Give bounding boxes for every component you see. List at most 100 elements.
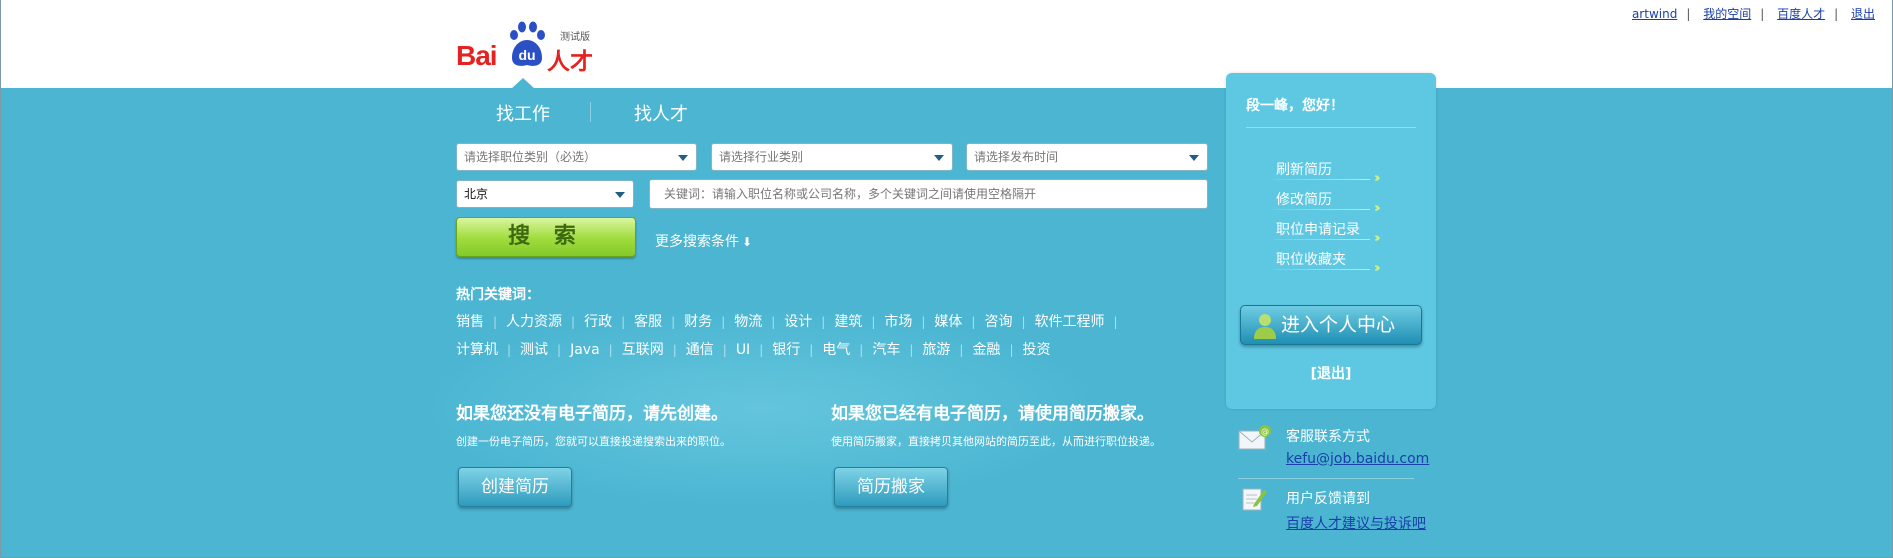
more-conditions-link[interactable]: 更多搜索条件 ⬇ xyxy=(655,231,752,251)
hot-keyword-link[interactable]: 咨询 xyxy=(984,314,1012,330)
my-space-link[interactable]: 我的空间 xyxy=(1703,7,1751,21)
application-records-label: 职位申请记录 xyxy=(1276,222,1360,238)
job-favorites-link[interactable]: 职位收藏夹 ›› xyxy=(1274,249,1380,276)
double-chevron-right-icon: ›› xyxy=(1374,231,1380,246)
hot-keyword-link[interactable]: 人力资源 xyxy=(506,314,562,330)
refresh-resume-link[interactable]: 刷新简历 ›› xyxy=(1274,159,1380,186)
tab-find-talent[interactable]: 找人才 xyxy=(634,100,688,126)
hot-keyword-link[interactable]: Java xyxy=(570,342,600,358)
divider xyxy=(1238,478,1414,479)
hot-keyword-link[interactable]: 设计 xyxy=(784,314,812,330)
separator: | xyxy=(1760,7,1765,21)
move-resume-title: 如果您已经有电子简历，请使用简历搬家。 xyxy=(831,404,1154,424)
personal-center-button[interactable]: 进入个人中心 xyxy=(1240,305,1422,345)
top-links: artwind | 我的空间 | 百度人才 | 退出 xyxy=(1632,5,1875,22)
publish-time-value: 请选择发布时间 xyxy=(974,150,1059,164)
separator: | xyxy=(971,315,976,329)
hot-keyword-link[interactable]: 投资 xyxy=(1022,342,1050,358)
divider xyxy=(1246,127,1416,128)
separator: | xyxy=(1686,7,1691,21)
separator: | xyxy=(608,343,613,357)
paw-logo-icon: du xyxy=(510,21,545,66)
user-greeting: 段一峰，您好！ xyxy=(1246,98,1344,114)
chevron-down-icon xyxy=(678,155,688,161)
hot-keyword-link[interactable]: 行政 xyxy=(584,314,612,330)
double-chevron-right-icon: ›› xyxy=(1374,171,1380,186)
link-underline xyxy=(1274,179,1370,180)
separator: | xyxy=(871,315,876,329)
hot-keyword-link[interactable]: 财务 xyxy=(684,314,712,330)
hot-keyword-link[interactable]: 互联网 xyxy=(622,342,664,358)
application-records-link[interactable]: 职位申请记录 ›› xyxy=(1274,219,1380,246)
separator: | xyxy=(959,343,964,357)
edit-resume-link[interactable]: 修改简历 ›› xyxy=(1274,189,1380,216)
tab-find-job[interactable]: 找工作 xyxy=(496,100,550,126)
create-resume-desc: 创建一份电子简历，您就可以直接投递搜索出来的职位。 xyxy=(456,435,731,448)
hot-keyword-link[interactable]: 客服 xyxy=(634,314,662,330)
service-email-link[interactable]: kefu@job.baidu.com xyxy=(1286,451,1429,467)
city-select[interactable]: 北京 xyxy=(456,180,634,208)
move-resume-desc: 使用简历搬家，直接拷贝其他网站的简历至此，从而进行职位投递。 xyxy=(831,435,1161,448)
separator: | xyxy=(672,343,677,357)
create-resume-button[interactable]: 创建简历 xyxy=(458,467,572,507)
separator: | xyxy=(771,315,776,329)
hot-keyword-link[interactable]: 物流 xyxy=(734,314,762,330)
separator: | xyxy=(671,315,676,329)
separator: | xyxy=(493,315,498,329)
separator: | xyxy=(909,343,914,357)
logo-bai-text: Bai xyxy=(456,40,498,71)
separator: | xyxy=(921,315,926,329)
svg-text:@: @ xyxy=(1261,427,1269,436)
hot-keyword-link[interactable]: UI xyxy=(736,342,750,358)
username-link[interactable]: artwind xyxy=(1632,7,1677,21)
hot-keyword-link[interactable]: 软件工程师 xyxy=(1035,314,1105,330)
city-value: 北京 xyxy=(464,187,489,201)
hot-keyword-link[interactable]: 旅游 xyxy=(922,342,950,358)
keyword-input[interactable] xyxy=(649,179,1208,209)
publish-time-select[interactable]: 请选择发布时间 xyxy=(966,143,1208,171)
separator: | xyxy=(722,343,727,357)
hot-keyword-link[interactable]: 汽车 xyxy=(872,342,900,358)
active-tab-pointer xyxy=(511,78,535,89)
hot-keyword-link[interactable]: 测试 xyxy=(520,342,548,358)
hot-keyword-link[interactable]: 市场 xyxy=(884,314,912,330)
baidu-rencai-logo[interactable]: Bai du 人才 测试版 xyxy=(456,20,596,75)
hot-keyword-link[interactable]: 建筑 xyxy=(834,314,862,330)
separator: | xyxy=(621,315,626,329)
hot-keywords-row-2: 计算机 | 测试 | Java | 互联网 | 通信 | UI | 银行 | 电气 | 汽车 | 旅游 | 金融 | 投资 xyxy=(456,339,1050,359)
hot-keywords-row-1: 销售 | 人力资源 | 行政 | 客服 | 财务 | 物流 | 设计 | 建筑 | 市场 | 媒体 | 咨询 | 软件工程师… xyxy=(456,311,1127,331)
mail-icon: @ xyxy=(1238,425,1271,450)
arrow-down-icon: ⬇ xyxy=(742,235,753,249)
beta-label: 测试版 xyxy=(560,32,590,43)
job-category-value: 请选择职位类别（必选） xyxy=(464,150,597,164)
separator: | xyxy=(1113,315,1118,329)
hot-keyword-link[interactable]: 销售 xyxy=(456,314,484,330)
job-category-select[interactable]: 请选择职位类别（必选） xyxy=(456,143,697,171)
separator: | xyxy=(759,343,764,357)
hot-keyword-link[interactable]: 银行 xyxy=(772,342,800,358)
hot-keyword-link[interactable]: 电气 xyxy=(822,342,850,358)
separator: | xyxy=(1021,315,1026,329)
logo-rencai-text: 人才 xyxy=(547,49,593,75)
double-chevron-right-icon: ›› xyxy=(1374,261,1380,276)
separator: | xyxy=(809,343,814,357)
edit-note-icon xyxy=(1242,488,1267,511)
refresh-resume-label: 刷新简历 xyxy=(1276,162,1332,178)
move-resume-button[interactable]: 简历搬家 xyxy=(834,467,948,507)
hot-keyword-link[interactable]: 媒体 xyxy=(934,314,962,330)
feedback-link[interactable]: 百度人才建议与投诉吧 xyxy=(1286,513,1426,533)
hot-keyword-link[interactable]: 金融 xyxy=(972,342,1000,358)
tab-divider xyxy=(590,102,591,122)
logout-link[interactable]: 退出 xyxy=(1851,7,1875,21)
hot-keyword-link[interactable]: 计算机 xyxy=(456,342,498,358)
separator: | xyxy=(1834,7,1839,21)
link-underline xyxy=(1274,239,1370,240)
panel-logout-link[interactable]: [退出] xyxy=(1226,363,1436,383)
edit-resume-label: 修改简历 xyxy=(1276,192,1332,208)
baidu-rencai-link[interactable]: 百度人才 xyxy=(1777,7,1825,21)
separator: | xyxy=(1009,343,1014,357)
hot-keyword-link[interactable]: 通信 xyxy=(686,342,714,358)
separator: | xyxy=(507,343,512,357)
search-button[interactable]: 搜 索 xyxy=(456,217,636,257)
industry-select[interactable]: 请选择行业类别 xyxy=(711,143,953,171)
